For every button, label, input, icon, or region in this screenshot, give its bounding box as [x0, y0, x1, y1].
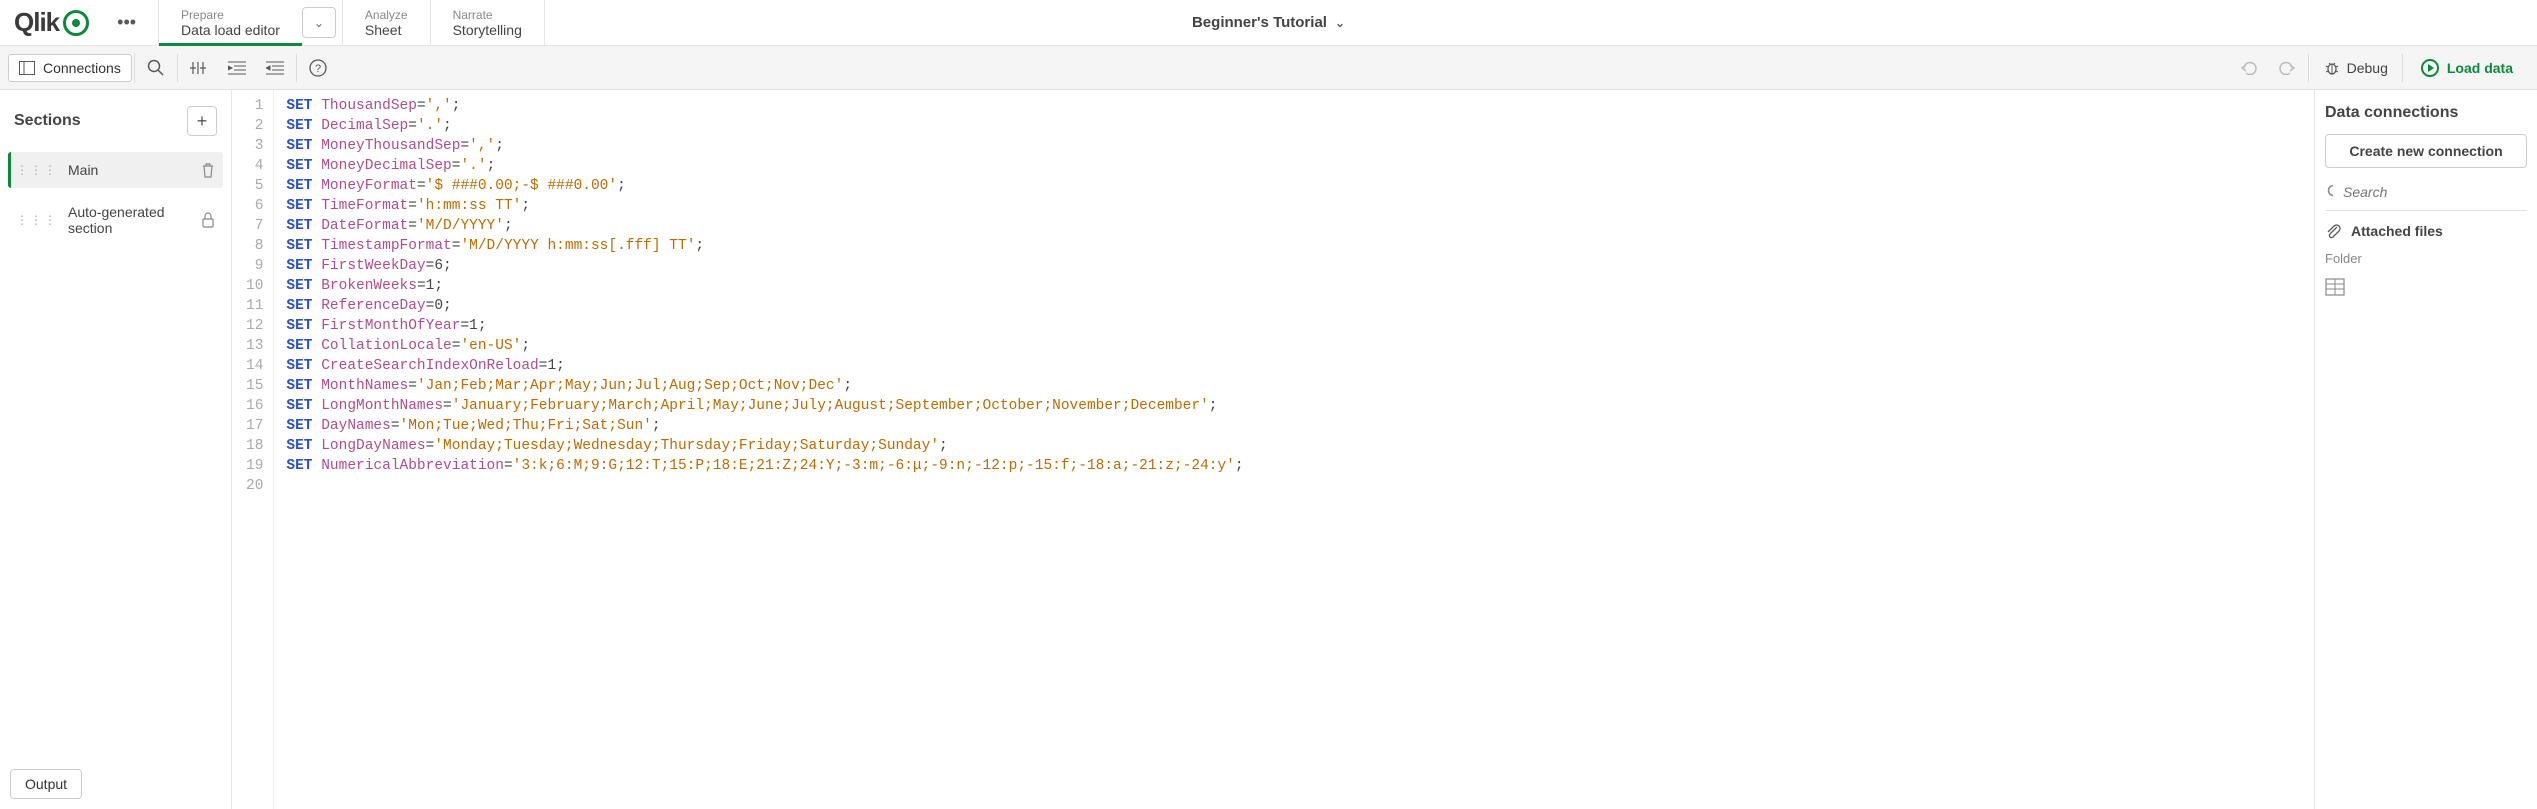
- tab-main-label: Storytelling: [453, 22, 522, 38]
- attachment-icon: [2325, 223, 2341, 239]
- drag-handle-icon[interactable]: ⋮⋮⋮: [16, 163, 58, 177]
- undo-button[interactable]: [2230, 46, 2268, 90]
- tab-main-label: Data load editor: [181, 22, 280, 38]
- help-icon: ?: [309, 59, 327, 77]
- section-item-autogen[interactable]: ⋮⋮⋮ Auto-generated section: [8, 194, 223, 246]
- outdent-button[interactable]: [256, 46, 294, 90]
- tab-sub-label: Prepare: [181, 8, 280, 22]
- logo-q-icon: [63, 10, 89, 36]
- chevron-down-icon: ⌄: [314, 16, 324, 30]
- app-title-dropdown[interactable]: Beginner's Tutorial ⌄: [1192, 14, 1345, 31]
- data-connections-title: Data connections: [2325, 104, 2527, 122]
- indent-button[interactable]: [218, 46, 256, 90]
- redo-icon: [2278, 61, 2296, 75]
- drag-handle-icon[interactable]: ⋮⋮⋮: [16, 213, 58, 227]
- help-button[interactable]: ?: [299, 46, 337, 90]
- search-icon: [2327, 184, 2333, 200]
- select-data-button[interactable]: [2325, 278, 2527, 296]
- load-data-button[interactable]: Load data: [2405, 59, 2529, 77]
- tab-sub-label: Analyze: [365, 8, 408, 22]
- tab-main-label: Sheet: [365, 22, 408, 38]
- redo-button[interactable]: [2268, 46, 2306, 90]
- load-data-label: Load data: [2447, 60, 2513, 76]
- section-label: Main: [68, 162, 191, 178]
- output-button[interactable]: Output: [10, 769, 82, 799]
- tab-sub-label: Narrate: [453, 8, 522, 22]
- chevron-down-icon: ⌄: [1335, 16, 1345, 30]
- main-area: Sections + ⋮⋮⋮ Main ⋮⋮⋮ Auto-generated s…: [0, 90, 2537, 809]
- connection-search-input[interactable]: [2343, 184, 2525, 200]
- section-item-main[interactable]: ⋮⋮⋮ Main: [8, 152, 223, 188]
- sections-panel: Sections + ⋮⋮⋮ Main ⋮⋮⋮ Auto-generated s…: [0, 90, 232, 809]
- create-connection-button[interactable]: Create new connection: [2325, 134, 2527, 168]
- outdent-icon: [266, 61, 284, 75]
- header-bar: Qlik ••• Prepare Data load editor ⌄ Anal…: [0, 0, 2537, 46]
- comment-toggle-button[interactable]: [180, 46, 218, 90]
- logo-text: Qlik: [14, 7, 59, 38]
- data-connections-panel: Data connections Create new connection A…: [2315, 90, 2537, 809]
- add-section-button[interactable]: +: [187, 106, 217, 136]
- code-editor[interactable]: 1234567891011121314151617181920 SET Thou…: [232, 90, 2315, 809]
- code-content[interactable]: SET ThousandSep=',';SET DecimalSep='.';S…: [274, 90, 1243, 809]
- undo-icon: [2240, 61, 2258, 75]
- attached-files-header[interactable]: Attached files: [2325, 223, 2527, 239]
- debug-label: Debug: [2347, 60, 2388, 76]
- logo[interactable]: Qlik: [0, 7, 103, 38]
- line-gutter: 1234567891011121314151617181920: [232, 90, 274, 809]
- nav-tabs: Prepare Data load editor ⌄ Analyze Sheet…: [158, 0, 545, 45]
- app-title-label: Beginner's Tutorial: [1192, 14, 1327, 31]
- folder-type-label: Folder: [2325, 251, 2527, 266]
- connection-search[interactable]: [2325, 180, 2527, 211]
- search-button[interactable]: [137, 46, 175, 90]
- lock-icon: [201, 212, 215, 228]
- sections-title: Sections: [14, 112, 81, 130]
- svg-text:?: ?: [315, 63, 321, 75]
- tab-analyze[interactable]: Analyze Sheet: [342, 0, 430, 45]
- connections-label: Connections: [43, 60, 121, 76]
- tab-narrate[interactable]: Narrate Storytelling: [430, 0, 545, 45]
- connections-panel-toggle[interactable]: Connections: [8, 54, 132, 82]
- panel-icon: [19, 61, 35, 75]
- search-icon: [147, 59, 165, 77]
- attached-files-label: Attached files: [2351, 223, 2443, 239]
- play-icon: [2421, 59, 2439, 77]
- section-label: Auto-generated section: [68, 204, 191, 236]
- tab-prepare-dropdown[interactable]: ⌄: [302, 7, 336, 38]
- toolbar: Connections ? Debug Load data: [0, 46, 2537, 90]
- trash-icon[interactable]: [201, 162, 215, 178]
- debug-button[interactable]: Debug: [2311, 60, 2400, 76]
- comment-icon: [190, 60, 208, 76]
- menu-dots-icon[interactable]: •••: [103, 12, 150, 33]
- indent-icon: [228, 61, 246, 75]
- tab-prepare[interactable]: Prepare Data load editor: [158, 0, 302, 45]
- bug-icon: [2323, 60, 2341, 76]
